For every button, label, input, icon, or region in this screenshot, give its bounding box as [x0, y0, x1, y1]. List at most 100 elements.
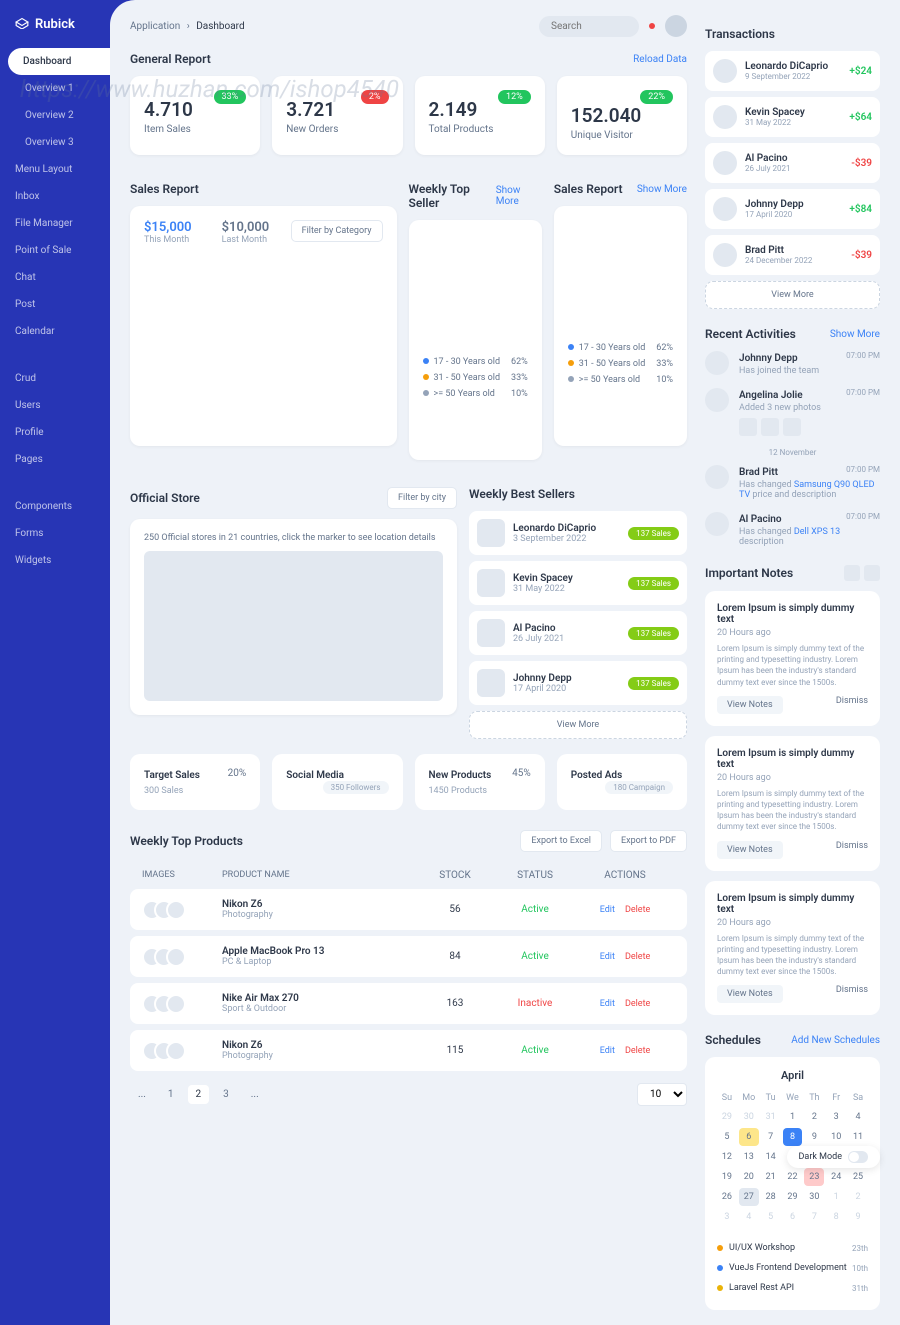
search-input[interactable] — [539, 16, 639, 37]
edit-action[interactable]: Edit — [600, 999, 615, 1009]
dark-mode-toggle[interactable]: Dark Mode — [787, 1146, 880, 1168]
event-row[interactable]: UI/UX Workshop23th — [717, 1238, 868, 1258]
calendar-day[interactable]: 29 — [717, 1108, 737, 1126]
calendar-day[interactable]: 10 — [826, 1128, 846, 1146]
nav-forms[interactable]: Forms — [0, 520, 110, 547]
delete-action[interactable]: Delete — [625, 952, 650, 962]
calendar-day[interactable]: 25 — [848, 1168, 868, 1186]
calendar-day[interactable]: 11 — [848, 1128, 868, 1146]
nav-calendar[interactable]: Calendar — [0, 318, 110, 345]
nav-users[interactable]: Users — [0, 392, 110, 419]
notification-dot[interactable] — [649, 23, 655, 29]
view-notes-button[interactable]: View Notes — [717, 696, 783, 714]
user-avatar[interactable] — [665, 15, 687, 37]
calendar-day[interactable]: 7 — [761, 1128, 781, 1146]
seller-item[interactable]: Kevin Spacey31 May 2022137 Sales — [469, 561, 687, 605]
dismiss-link[interactable]: Dismiss — [836, 841, 868, 859]
delete-action[interactable]: Delete — [625, 1046, 650, 1056]
calendar-day[interactable]: 29 — [783, 1188, 803, 1206]
page-number[interactable]: 2 — [188, 1085, 210, 1104]
delete-action[interactable]: Delete — [625, 999, 650, 1009]
per-page-select[interactable]: 10 — [637, 1083, 687, 1106]
calendar-day[interactable]: 8 — [826, 1208, 846, 1226]
nav-file-manager[interactable]: File Manager — [0, 210, 110, 237]
nav-widgets[interactable]: Widgets — [0, 547, 110, 574]
edit-action[interactable]: Edit — [600, 1046, 615, 1056]
calendar-day[interactable]: 5 — [761, 1208, 781, 1226]
calendar-day[interactable]: 22 — [783, 1168, 803, 1186]
transaction-item[interactable]: Leonardo DiCaprio9 September 2022+$24 — [705, 51, 880, 91]
breadcrumb-app[interactable]: Application — [130, 21, 180, 32]
notes-prev[interactable] — [844, 565, 860, 581]
calendar-day[interactable]: 19 — [717, 1168, 737, 1186]
nav-overview1[interactable]: Overview 1 — [0, 75, 110, 102]
activities-show-more[interactable]: Show More — [830, 329, 880, 340]
page-number[interactable]: ... — [130, 1085, 154, 1104]
calendar-day[interactable]: 13 — [739, 1148, 759, 1166]
calendar-day[interactable]: 6 — [739, 1128, 759, 1146]
transaction-item[interactable]: Brad Pitt24 December 2022-$39 — [705, 235, 880, 275]
calendar-day[interactable]: 6 — [783, 1208, 803, 1226]
calendar-day[interactable]: 23 — [804, 1168, 824, 1186]
add-schedules-link[interactable]: Add New Schedules — [791, 1035, 880, 1046]
edit-action[interactable]: Edit — [600, 952, 615, 962]
event-row[interactable]: Laravel Rest API31th — [717, 1278, 868, 1298]
seller-item[interactable]: Al Pacino26 July 2021137 Sales — [469, 611, 687, 655]
page-number[interactable]: ... — [243, 1085, 267, 1104]
delete-action[interactable]: Delete — [625, 905, 650, 915]
calendar-day[interactable]: 3 — [826, 1108, 846, 1126]
calendar-day[interactable]: 14 — [761, 1148, 781, 1166]
transaction-item[interactable]: Kevin Spacey31 May 2022+$64 — [705, 97, 880, 137]
calendar-day[interactable]: 8 — [783, 1128, 803, 1146]
toggle-switch[interactable] — [848, 1151, 868, 1163]
event-row[interactable]: VueJs Frontend Development10th — [717, 1258, 868, 1278]
calendar-day[interactable]: 9 — [804, 1128, 824, 1146]
calendar-day[interactable]: 21 — [761, 1168, 781, 1186]
export-pdf-button[interactable]: Export to PDF — [610, 830, 687, 852]
calendar-day[interactable]: 4 — [739, 1208, 759, 1226]
nav-dashboard[interactable]: Dashboard — [8, 48, 110, 75]
transaction-item[interactable]: Al Pacino26 July 2021-$39 — [705, 143, 880, 183]
view-notes-button[interactable]: View Notes — [717, 841, 783, 859]
nav-chat[interactable]: Chat — [0, 264, 110, 291]
filter-city-button[interactable]: Filter by city — [387, 487, 457, 509]
nav-crud[interactable]: Crud — [0, 365, 110, 392]
dismiss-link[interactable]: Dismiss — [836, 696, 868, 714]
sr2-show-more[interactable]: Show More — [637, 184, 687, 195]
calendar-day[interactable]: 7 — [804, 1208, 824, 1226]
nav-menu-layout[interactable]: Menu Layout — [0, 156, 110, 183]
seller-item[interactable]: Leonardo DiCaprio3 September 2022137 Sal… — [469, 511, 687, 555]
seller-item[interactable]: Johnny Depp17 April 2020137 Sales — [469, 661, 687, 705]
calendar-day[interactable]: 4 — [848, 1108, 868, 1126]
notes-next[interactable] — [864, 565, 880, 581]
calendar-day[interactable]: 20 — [739, 1168, 759, 1186]
page-number[interactable]: 3 — [215, 1085, 237, 1104]
nav-components[interactable]: Components — [0, 493, 110, 520]
calendar-day[interactable]: 27 — [739, 1188, 759, 1206]
calendar-day[interactable]: 9 — [848, 1208, 868, 1226]
nav-overview3[interactable]: Overview 3 — [0, 129, 110, 156]
reload-data-link[interactable]: Reload Data — [633, 54, 687, 65]
calendar-day[interactable]: 2 — [848, 1188, 868, 1206]
nav-post[interactable]: Post — [0, 291, 110, 318]
calendar-day[interactable]: 24 — [826, 1168, 846, 1186]
calendar-day[interactable]: 30 — [739, 1108, 759, 1126]
view-notes-button[interactable]: View Notes — [717, 985, 783, 1003]
map-placeholder[interactable] — [144, 551, 443, 701]
logo[interactable]: Rubick — [0, 15, 110, 48]
dismiss-link[interactable]: Dismiss — [836, 985, 868, 1003]
calendar-day[interactable]: 31 — [761, 1108, 781, 1126]
nav-profile[interactable]: Profile — [0, 419, 110, 446]
calendar-day[interactable]: 2 — [804, 1108, 824, 1126]
calendar-day[interactable]: 1 — [826, 1188, 846, 1206]
calendar-day[interactable]: 30 — [804, 1188, 824, 1206]
nav-inbox[interactable]: Inbox — [0, 183, 110, 210]
calendar-day[interactable]: 5 — [717, 1128, 737, 1146]
filter-category-button[interactable]: Filter by Category — [291, 220, 383, 242]
calendar-day[interactable]: 12 — [717, 1148, 737, 1166]
nav-pages[interactable]: Pages — [0, 446, 110, 473]
calendar-day[interactable]: 26 — [717, 1188, 737, 1206]
calendar-day[interactable]: 3 — [717, 1208, 737, 1226]
nav-overview2[interactable]: Overview 2 — [0, 102, 110, 129]
transaction-item[interactable]: Johnny Depp17 April 2020+$84 — [705, 189, 880, 229]
